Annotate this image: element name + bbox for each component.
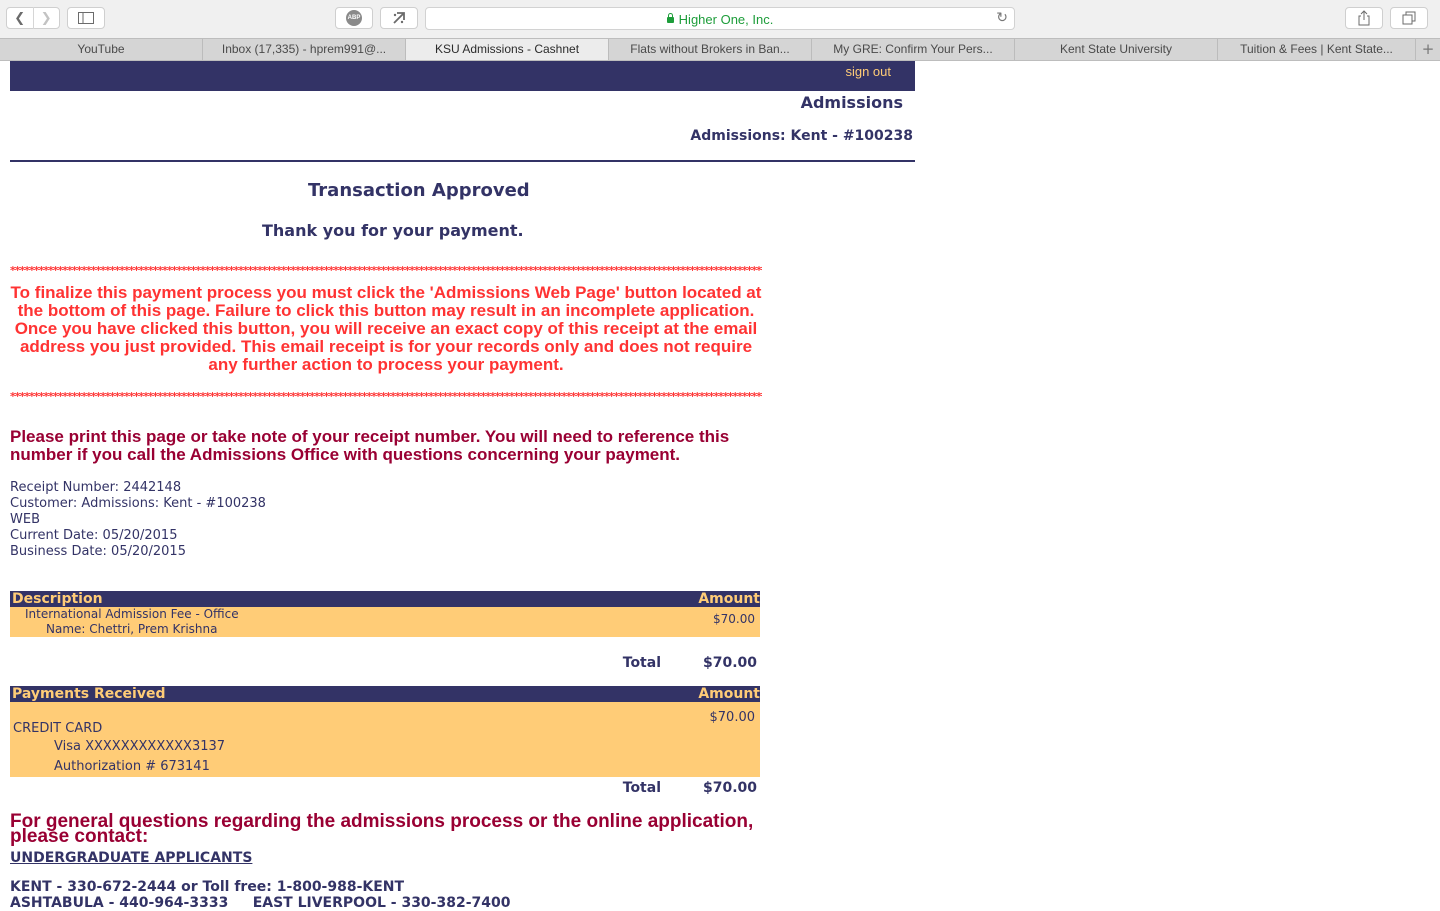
description-total: Total $70.00: [10, 655, 760, 673]
share-icon: [1358, 10, 1370, 26]
receipt-channel: WEB: [10, 512, 40, 527]
extension-icon: [393, 12, 405, 24]
card-number: Visa XXXXXXXXXXXX3137: [54, 739, 226, 754]
sidebar-button[interactable]: [67, 7, 105, 29]
payment-amount: $70.00: [709, 710, 756, 725]
tab-bar: YouTube Inbox (17,335) - hprem991@... KS…: [0, 38, 1440, 61]
authorization-number: Authorization # 673141: [54, 759, 210, 774]
address-bar[interactable]: Higher One, Inc. ↻: [425, 7, 1015, 30]
tab-kent-state[interactable]: Kent State University: [1015, 39, 1218, 60]
reload-icon[interactable]: ↻: [996, 10, 1008, 26]
new-tab-icon[interactable]: +: [1416, 39, 1440, 60]
payment-method: CREDIT CARD: [13, 721, 103, 736]
tab-youtube[interactable]: YouTube: [0, 39, 203, 60]
tab-my-gre[interactable]: My GRE: Confirm Your Pers...: [812, 39, 1015, 60]
receipt-current-date: Current Date: 05/20/2015: [10, 528, 178, 543]
sign-out-link[interactable]: sign out: [845, 64, 891, 79]
page-title: Admissions: [800, 93, 903, 112]
forward-icon[interactable]: ❯: [34, 11, 60, 26]
tab-inbox[interactable]: Inbox (17,335) - hprem991@...: [203, 39, 406, 60]
page-subtitle: Admissions: Kent - #100238: [690, 128, 913, 144]
sidebar-icon: [78, 12, 94, 24]
transaction-status-title: Transaction Approved: [308, 180, 530, 201]
applicant-name: Name: Chettri, Prem Krishna: [46, 622, 218, 636]
back-icon[interactable]: ❮: [7, 11, 33, 26]
description-table-header: Description Amount: [10, 591, 760, 607]
fee-amount: $70.00: [713, 612, 755, 626]
tab-tuition-fees[interactable]: Tuition & Fees | Kent State...: [1218, 39, 1416, 60]
total-value: $70.00: [702, 780, 757, 796]
fee-item: International Admission Fee - Office: [25, 607, 239, 621]
kent-contact: KENT - 330-672-2444 or Toll free: 1-800-…: [10, 879, 405, 895]
total-label: Total: [622, 780, 661, 796]
undergraduate-applicants-link[interactable]: UNDERGRADUATE APPLICANTS: [10, 850, 252, 866]
tabs-icon: [1402, 11, 1416, 25]
share-button[interactable]: [1345, 7, 1383, 29]
payment-row: $70.00 CREDIT CARD Visa XXXXXXXXXXXX3137…: [10, 702, 760, 777]
regional-contacts: ASHTABULA - 440-964-3333 EAST LIVERPOOL …: [10, 895, 511, 911]
payments-total: Total $70.00: [10, 780, 760, 798]
nav-buttons: ❮ ❯: [6, 7, 60, 29]
star-divider-bottom: ****************************************…: [10, 391, 762, 403]
amount-header-label: Amount: [698, 686, 760, 702]
total-label: Total: [622, 655, 661, 671]
receipt-customer: Customer: Admissions: Kent - #100238: [10, 496, 266, 511]
star-divider-top: ****************************************…: [10, 265, 762, 277]
thank-you-message: Thank you for your payment.: [262, 221, 524, 240]
extension-button[interactable]: [380, 7, 418, 29]
description-header-label: Description: [12, 591, 103, 607]
tab-ksu-admissions[interactable]: KSU Admissions - Cashnet: [406, 39, 609, 60]
print-notice: Please print this page or take note of y…: [10, 427, 730, 464]
total-value: $70.00: [702, 655, 757, 671]
receipt-business-date: Business Date: 05/20/2015: [10, 544, 186, 559]
adblock-button[interactable]: ABP: [335, 7, 373, 29]
header-bar: sign out: [10, 61, 915, 91]
payments-table-header: Payments Received Amount: [10, 686, 760, 702]
lock-icon: [666, 13, 674, 23]
browser-toolbar: ❮ ❯ ABP Higher One, Inc. ↻: [0, 0, 1440, 38]
receipt-details: Receipt Number: 2442148 Customer: Admiss…: [10, 480, 266, 560]
description-row: International Admission Fee - Office Nam…: [10, 607, 760, 637]
divider: [10, 160, 915, 162]
amount-header-label: Amount: [698, 591, 760, 607]
receipt-number: Receipt Number: 2442148: [10, 480, 182, 495]
tab-flats[interactable]: Flats without Brokers in Ban...: [609, 39, 812, 60]
finalize-warning: To finalize this payment process you mus…: [10, 283, 762, 374]
payments-header-label: Payments Received: [12, 686, 166, 702]
address-text: Higher One, Inc.: [678, 12, 774, 27]
show-tabs-button[interactable]: [1390, 7, 1428, 29]
adblock-icon: ABP: [346, 10, 362, 26]
contact-heading: For general questions regarding the admi…: [10, 811, 754, 847]
